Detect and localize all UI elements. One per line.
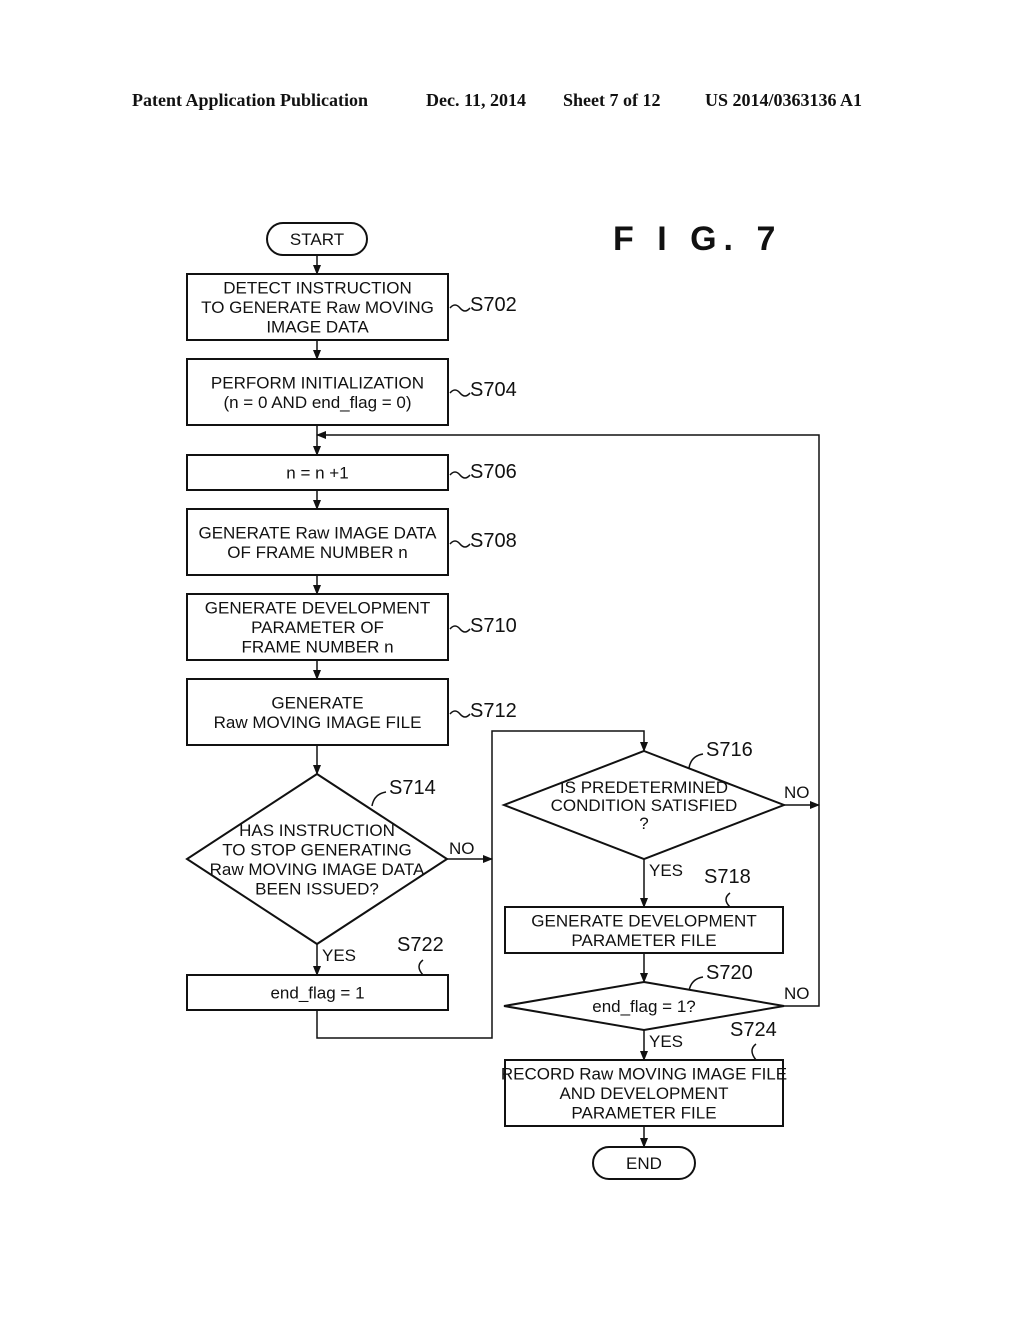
s708-text: GENERATE Raw IMAGE DATA xyxy=(198,523,437,542)
s712-text: Raw MOVING IMAGE FILE xyxy=(214,713,422,732)
s718-leader-line xyxy=(725,892,731,908)
s718-text: GENERATE DEVELOPMENT xyxy=(531,911,756,930)
s724-text: AND DEVELOPMENT xyxy=(559,1084,728,1103)
s710-leader-line xyxy=(449,625,471,633)
s714-leader-line xyxy=(371,791,387,807)
s704-text: PERFORM INITIALIZATION xyxy=(211,373,424,392)
s704-step-label: S704 xyxy=(470,379,517,401)
s722-leader-line xyxy=(418,959,424,976)
s704-leader-line xyxy=(449,389,471,397)
s702-text: TO GENERATE Raw MOVING xyxy=(201,298,434,317)
s720-text: end_flag = 1? xyxy=(592,997,696,1016)
s714-no-label: NO xyxy=(449,839,475,858)
s708-step-label: S708 xyxy=(470,530,517,552)
s716-text: CONDITION SATISFIED xyxy=(551,796,738,815)
s710-text: FRAME NUMBER n xyxy=(241,638,393,657)
s710-step-label: S710 xyxy=(470,615,517,637)
s704-text: (n = 0 AND end_flag = 0) xyxy=(223,393,411,412)
s724-text: RECORD Raw MOVING IMAGE FILE xyxy=(501,1065,787,1084)
s716-text: ? xyxy=(639,814,648,833)
s702-step-label: S702 xyxy=(470,294,517,316)
s724-text: PARAMETER FILE xyxy=(571,1104,716,1123)
s706-step-label: S706 xyxy=(470,461,517,483)
s716-text: IS PREDETERMINED xyxy=(560,778,728,797)
s714-yes-label: YES xyxy=(322,946,356,965)
s706-text: n = n +1 xyxy=(286,464,348,483)
s712-text: GENERATE xyxy=(271,693,363,712)
s716-step-label: S716 xyxy=(706,739,753,761)
s724-leader-line xyxy=(751,1043,757,1061)
s712-step-label: S712 xyxy=(470,700,517,722)
s712-leader-line xyxy=(449,710,471,718)
s720-yes-label: YES xyxy=(649,1032,683,1051)
s718-text: PARAMETER FILE xyxy=(571,931,716,950)
end-text: END xyxy=(626,1154,662,1173)
s708-leader-line xyxy=(449,540,471,548)
s702-text: IMAGE DATA xyxy=(266,318,369,337)
s716-leader-line xyxy=(688,753,704,769)
s714-text: HAS INSTRUCTION xyxy=(239,821,395,840)
s702-text: DETECT INSTRUCTION xyxy=(223,279,412,298)
s714-step-label: S714 xyxy=(389,777,436,799)
s702-leader-line xyxy=(449,304,471,312)
start-text: START xyxy=(290,230,344,249)
s720-no-label: NO xyxy=(784,984,810,1003)
s710-text: GENERATE DEVELOPMENT xyxy=(205,599,430,618)
s706-leader-line xyxy=(449,471,471,479)
s720-step-label: S720 xyxy=(706,962,753,984)
flowchart: START DETECT INSTRUCTIONTO GENERATE Raw M… xyxy=(185,222,820,1180)
s716-yes-label: YES xyxy=(649,861,683,880)
s720-leader-line xyxy=(688,976,704,992)
s708-text: OF FRAME NUMBER n xyxy=(227,543,407,562)
s710-text: PARAMETER OF xyxy=(251,618,384,637)
s718-step-label: S718 xyxy=(704,866,751,888)
s724-step-label: S724 xyxy=(730,1019,777,1041)
s722-step-label: S722 xyxy=(397,934,444,956)
s714-text: Raw MOVING IMAGE DATA xyxy=(210,860,425,879)
s716-no-label: NO xyxy=(784,783,810,802)
s722-text: end_flag = 1 xyxy=(270,984,364,1003)
s714-text: BEEN ISSUED? xyxy=(255,879,379,898)
s714-text: TO STOP GENERATING xyxy=(222,840,412,859)
